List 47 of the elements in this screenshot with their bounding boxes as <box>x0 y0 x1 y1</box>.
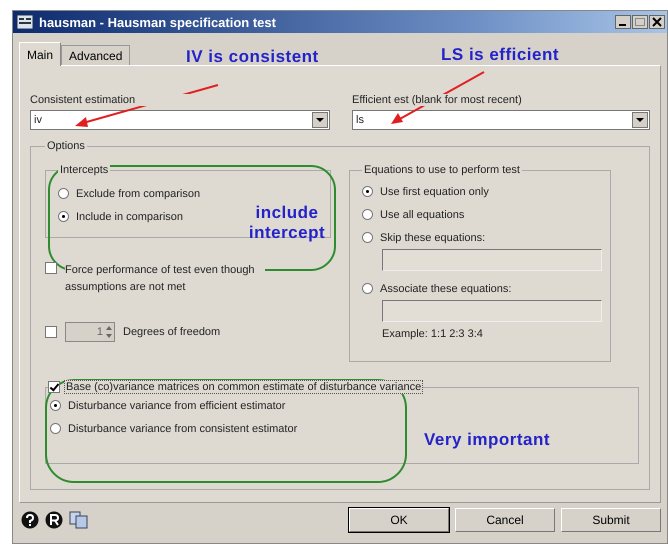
close-icon[interactable] <box>649 15 665 29</box>
estimator-dropdown[interactable]: iv <box>30 110 330 130</box>
checkbox[interactable] <box>48 381 60 393</box>
help-icon[interactable] <box>21 511 39 529</box>
radio-label[interactable]: Exclude from comparison <box>76 188 200 200</box>
group-title: Options <box>46 140 86 152</box>
dialog-button[interactable]: Cancel <box>455 508 555 532</box>
radio-button[interactable] <box>362 283 373 294</box>
radio-label[interactable]: Include in comparison <box>76 210 184 222</box>
group-title: Equations to use to perform test <box>363 164 521 176</box>
radio-button[interactable] <box>362 232 373 243</box>
radio-button[interactable] <box>50 400 61 411</box>
r-badge-icon[interactable] <box>45 511 63 529</box>
checkbox-label[interactable]: Base (co)variance matrices on common estimate of disturbance variance <box>64 380 424 394</box>
radio-label[interactable]: Disturbance variance from consistent estimator <box>68 422 298 434</box>
radio-label[interactable]: Use first equation only <box>380 186 489 198</box>
radio-label[interactable]: Disturbance variance from efficient estimator <box>68 400 286 412</box>
radio-button[interactable] <box>50 423 61 434</box>
radio-button[interactable] <box>58 211 69 222</box>
radio-label[interactable]: Associate these equations: <box>380 282 512 294</box>
group-title: Intercepts <box>58 164 110 176</box>
radio-button[interactable] <box>58 188 69 199</box>
input-field[interactable] <box>382 249 602 271</box>
radio-button[interactable] <box>362 186 373 197</box>
annotation-text: IV is consistent <box>186 47 319 67</box>
annotation-text: LS is efficient <box>441 45 560 65</box>
tab[interactable]: Main <box>19 42 62 66</box>
input-field[interactable] <box>382 300 602 322</box>
checkbox[interactable] <box>45 262 57 274</box>
annotation-text: Very important <box>424 430 550 450</box>
estimator-dropdown[interactable]: ls <box>352 110 650 130</box>
radio-button[interactable] <box>362 209 373 220</box>
checkbox-label[interactable]: Degrees of freedom <box>123 326 220 338</box>
window-title: hausman - Hausman specification test <box>39 14 277 30</box>
dialog-button[interactable]: Submit <box>561 508 661 532</box>
radio-label[interactable]: Skip these equations: <box>380 232 486 244</box>
copy-icon[interactable] <box>69 511 89 529</box>
checkbox[interactable] <box>45 326 57 338</box>
minimize-icon[interactable] <box>615 15 631 29</box>
spin-field[interactable]: 1 <box>65 322 115 342</box>
example-text: Example: 1:1 2:3 3:4 <box>382 328 484 340</box>
maximize-icon[interactable] <box>632 15 648 29</box>
annotation-text: include intercept <box>248 203 326 243</box>
tab[interactable]: Advanced <box>61 45 130 65</box>
radio-label[interactable]: Use all equations <box>380 208 464 220</box>
dialog-button[interactable]: OK <box>349 508 449 532</box>
app-icon <box>17 15 33 29</box>
